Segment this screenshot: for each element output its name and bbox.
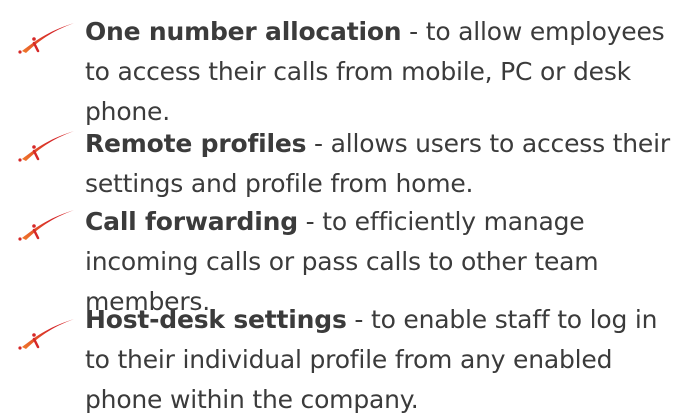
swoosh-bullet-icon [18, 131, 74, 162]
feature-text: Host-desk settings - to enable staff to … [85, 300, 670, 420]
feature-description: - allows users to access their [306, 129, 670, 158]
feature-description-line: incoming calls or pass calls to other te… [85, 247, 599, 276]
feature-description: - to efficiently manage [297, 207, 585, 236]
feature-title: Host-desk settings [85, 305, 347, 334]
feature-description-line: to access their calls from mobile, PC or… [85, 57, 631, 86]
swoosh-bullet-icon [18, 210, 74, 241]
feature-title: Call forwarding [85, 207, 298, 236]
feature-description-line: phone within the company. [85, 385, 419, 414]
feature-description: - to enable staff to log in [346, 305, 658, 334]
feature-description-line: settings and profile from home. [85, 169, 474, 198]
swoosh-bullet-icon [18, 23, 74, 54]
feature-description-line: to their individual profile from any ena… [85, 345, 613, 374]
feature-list: One number allocation - to allow employe… [0, 0, 675, 417]
feature-description: - to allow employees [401, 17, 665, 46]
feature-text: One number allocation - to allow employe… [85, 12, 670, 132]
swoosh-bullet-icon [18, 319, 74, 350]
feature-title: One number allocation [85, 17, 402, 46]
feature-title: Remote profiles [85, 129, 307, 158]
feature-text: Remote profiles - allows users to access… [85, 124, 670, 204]
